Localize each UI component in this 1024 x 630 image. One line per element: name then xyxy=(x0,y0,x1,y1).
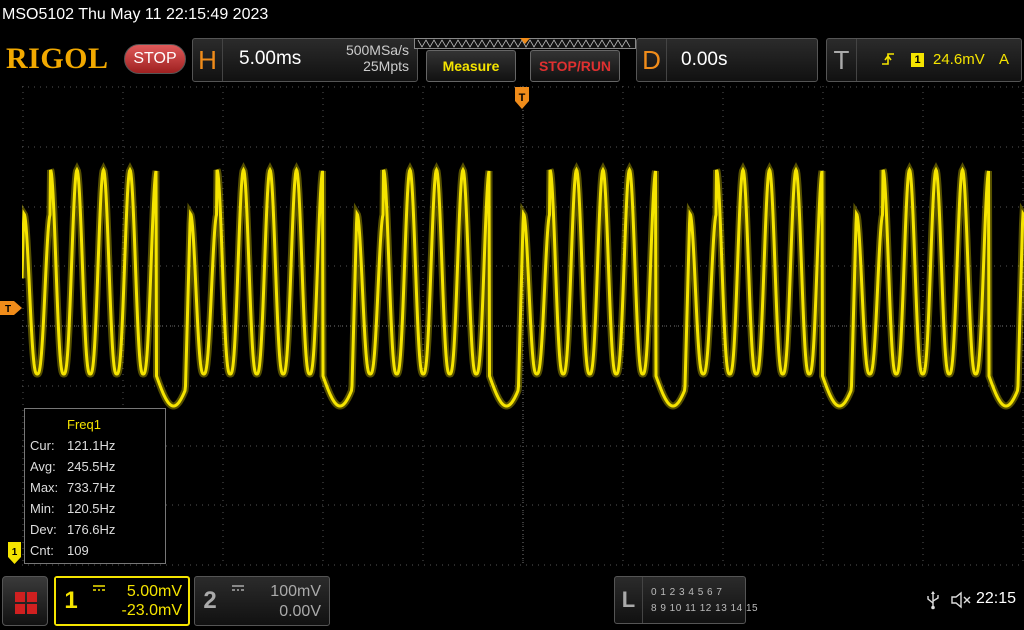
measurement-value: 176.6Hz xyxy=(67,522,116,537)
bottom-bar: 1 5.00mV -23.0mV 2 100mV 0.00V L 0 1 2 3… xyxy=(0,572,1024,630)
usb-icon xyxy=(927,591,939,610)
sample-rate: 500MSa/s xyxy=(345,42,409,58)
measurement-label: Cur: xyxy=(30,438,55,453)
channel1-marker-label: 1 xyxy=(12,547,18,558)
trigger-position-bar xyxy=(414,38,636,49)
measurement-value: 109 xyxy=(67,543,89,558)
sample-info: 500MSa/s 25Mpts xyxy=(346,42,409,74)
stop-run-button[interactable]: STOP/RUN xyxy=(530,50,620,82)
run-state-badge[interactable]: STOP xyxy=(124,44,186,74)
measurement-value: 733.7Hz xyxy=(67,480,116,495)
delay-panel[interactable]: D 0.00s xyxy=(636,38,818,82)
channel2-scale: 100mV xyxy=(270,583,321,600)
top-bar: RIGOL STOP H 5.00ms 500MSa/s 25Mpts Meas… xyxy=(0,36,1024,84)
channel2-panel[interactable]: 2 100mV 0.00V xyxy=(194,576,330,626)
measurement-value: 121.1Hz xyxy=(67,438,116,453)
trigger-mode: A xyxy=(998,51,1009,68)
menu-icon xyxy=(15,592,37,614)
channel1-panel[interactable]: 1 5.00mV -23.0mV xyxy=(54,576,190,626)
trigger-panel[interactable]: T 1 24.6mV A xyxy=(826,38,1022,82)
measurement-value: 245.5Hz xyxy=(67,459,116,474)
waveform-display[interactable] xyxy=(22,86,1024,566)
channel2-number: 2 xyxy=(203,587,217,614)
waveform-grid xyxy=(22,86,1024,566)
measurement-label: Dev: xyxy=(30,522,57,537)
channel1-offset-marker[interactable]: 1 xyxy=(8,542,21,564)
clock: 22:15 xyxy=(976,590,1017,607)
delay-value: 0.00s xyxy=(681,49,728,70)
horizontal-letter: H xyxy=(193,39,223,81)
measurement-label: Cnt: xyxy=(30,543,54,558)
measurement-value: 120.5Hz xyxy=(67,501,116,516)
main-menu-button[interactable] xyxy=(2,576,48,626)
measurement-label: Min: xyxy=(30,501,55,516)
trigger-source-badge: 1 xyxy=(911,53,924,67)
horizontal-panel[interactable]: H 5.00ms 500MSa/s 25Mpts xyxy=(192,38,418,82)
measurement-title: Freq1 xyxy=(67,417,101,432)
trigger-marker-label: T xyxy=(519,92,526,104)
timebase-value: 5.00ms xyxy=(239,48,302,69)
logic-channels-row1: 0 1 2 3 4 5 6 7 xyxy=(651,587,723,598)
delay-letter: D xyxy=(637,39,667,81)
memory-depth: 25Mpts xyxy=(363,58,409,74)
trigger-level-marker-label: T xyxy=(5,304,11,315)
speaker-muted-icon[interactable] xyxy=(950,590,972,610)
window-title: MSO5102 Thu May 11 22:15:49 2023 xyxy=(2,6,269,23)
trigger-position-marker[interactable]: T xyxy=(515,87,529,109)
logic-letter: L xyxy=(615,577,643,623)
measurement-label: Max: xyxy=(30,480,59,495)
channel2-offset: 0.00V xyxy=(279,603,321,620)
brand-logo: RIGOL xyxy=(6,42,109,75)
dc-coupling-icon xyxy=(93,585,105,591)
channel1-offset: -23.0mV xyxy=(121,602,182,619)
measurement-panel[interactable]: Freq1 Cur: 121.1Hz Avg: 245.5Hz Max: 733… xyxy=(24,408,166,564)
dc-coupling-icon xyxy=(232,585,244,591)
logic-channels-row2: 8 9 10 11 12 13 14 15 xyxy=(651,603,759,614)
channel1-scale: 5.00mV xyxy=(126,583,182,600)
trigger-level-marker[interactable]: T xyxy=(0,301,22,315)
measurement-label: Avg: xyxy=(30,459,56,474)
trigger-level: 24.6mV xyxy=(933,51,985,68)
measure-button[interactable]: Measure xyxy=(426,50,516,82)
trigger-letter: T xyxy=(827,39,857,81)
trigger-rising-edge-icon xyxy=(882,53,894,65)
logic-analyzer-panel[interactable]: L 0 1 2 3 4 5 6 7 8 9 10 11 12 13 14 15 xyxy=(614,576,758,624)
channel1-number: 1 xyxy=(56,578,86,624)
